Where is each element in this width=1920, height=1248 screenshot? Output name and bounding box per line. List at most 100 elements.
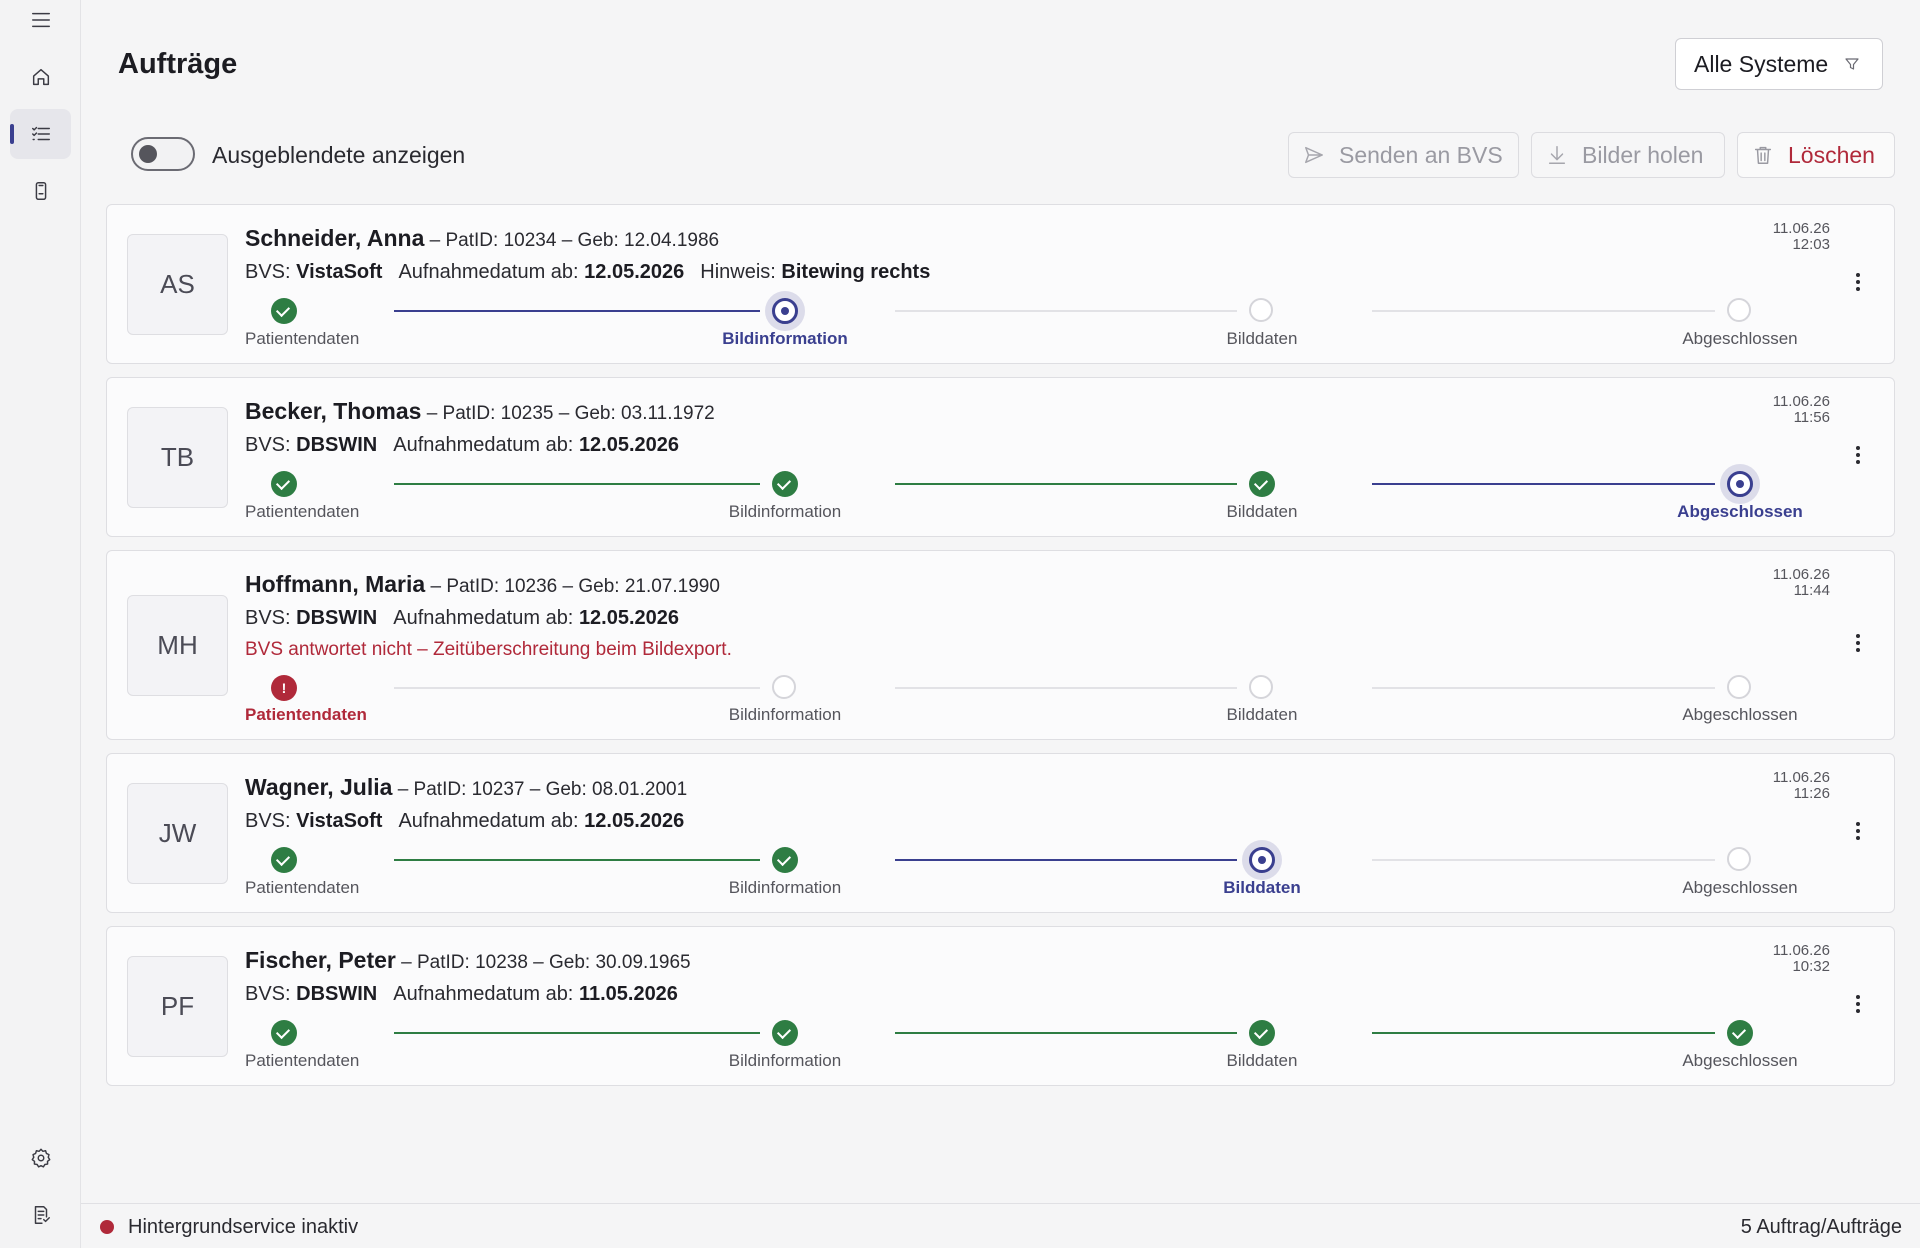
date-value: 12.05.2026 <box>584 261 685 283</box>
show-hidden-label: Ausgeblendete anzeigen <box>212 142 466 168</box>
step-connector <box>1372 483 1715 485</box>
step-connector <box>895 1032 1237 1034</box>
timestamp-date: 11.06.26 <box>1772 393 1830 410</box>
home-icon[interactable] <box>10 52 71 102</box>
patient-avatar: PF <box>127 956 228 1057</box>
system-filter-value: Alle Systeme <box>1694 50 1829 77</box>
fetch-images-button[interactable]: Bilder holen <box>1531 132 1725 178</box>
patient-meta: – PatID: 10236 – Geb: 21.07.1990 <box>430 576 720 597</box>
date-value: 12.05.2026 <box>578 434 680 456</box>
order-card[interactable]: TB Becker, Thomas – PatID: 10235 – Geb: 0… <box>106 377 1895 537</box>
date-value: 12.05.2026 <box>578 607 680 629</box>
step-connector <box>394 687 760 689</box>
date-label: Aufnahmedatum ab: <box>398 261 579 283</box>
step-connector <box>895 483 1237 485</box>
timestamp-date: 11.06.26 <box>1772 566 1830 583</box>
order-card[interactable]: AS Schneider, Anna – PatID: 10234 – Geb: … <box>106 204 1895 364</box>
patient-avatar: MH <box>127 595 228 696</box>
order-info-line: BVS: VistaSoft Aufnahmedatum ab: 12.05.20… <box>245 261 930 284</box>
avatar-initials: JW <box>158 818 197 848</box>
fetch-images-label: Bilder holen <box>1582 141 1704 168</box>
step-bildinformation-indicator <box>772 1020 798 1046</box>
order-card[interactable]: JW Wagner, Julia – PatID: 10237 – Geb: 08… <box>106 753 1895 913</box>
hint-label: Hinweis: <box>700 261 776 283</box>
patient-meta: – PatID: 10237 – Geb: 08.01.2001 <box>397 779 688 800</box>
step-bilddaten-indicator <box>1249 675 1273 699</box>
delete-button[interactable]: Löschen <box>1737 132 1895 178</box>
order-card[interactable]: PF Fischer, Peter – PatID: 10238 – Geb: 3… <box>106 926 1895 1086</box>
step-bildinformation-label: Bildinformation <box>722 329 848 348</box>
order-card[interactable]: MH Hoffmann, Maria – PatID: 10236 – Geb: … <box>106 550 1895 740</box>
patient-name-line: Hoffmann, Maria – PatID: 10236 – Geb: 21… <box>245 571 720 598</box>
step-bildinformation-label: Bildinformation <box>728 878 842 897</box>
step-patientendaten-indicator <box>271 298 297 324</box>
order-timestamp: 11.06.26 11:26 <box>1773 770 1830 802</box>
step-bilddaten-label: Bilddaten <box>1226 329 1298 348</box>
step-bilddaten-label: Bilddaten <box>1226 1051 1298 1070</box>
step-bilddaten-label: Bilddaten <box>1223 878 1301 897</box>
kebab-icon[interactable] <box>1854 270 1862 300</box>
step-patientendaten-indicator <box>271 1020 297 1046</box>
menu-icon[interactable] <box>10 0 71 45</box>
bvs-label: BVS: <box>245 261 291 283</box>
bvs-value: VistaSoft <box>296 261 383 283</box>
delete-label: Löschen <box>1788 141 1875 168</box>
timestamp-date: 11.06.26 <box>1772 769 1830 786</box>
step-connector <box>1372 687 1715 689</box>
step-connector <box>895 859 1237 861</box>
patient-name: Schneider, Anna <box>245 225 425 251</box>
kebab-icon[interactable] <box>1854 443 1862 473</box>
send-icon <box>1305 146 1323 164</box>
step-bildinformation-label: Bildinformation <box>728 705 842 724</box>
step-bilddaten-indicator <box>1249 1020 1275 1046</box>
device-icon[interactable] <box>10 166 71 216</box>
date-label: Aufnahmedatum ab: <box>393 607 574 629</box>
step-connector <box>1372 1032 1715 1034</box>
timestamp-time: 12:03 <box>1792 236 1830 253</box>
bvs-value: VistaSoft <box>296 810 383 832</box>
step-abgeschlossen-indicator <box>1727 298 1751 322</box>
step-patientendaten-indicator: ! <box>271 675 297 701</box>
timestamp-date: 11.06.26 <box>1772 220 1830 237</box>
step-abgeschlossen-indicator <box>1727 847 1751 871</box>
step-patientendaten-indicator <box>271 471 297 497</box>
settings-icon[interactable] <box>10 1133 71 1183</box>
timestamp-time: 11:26 <box>1793 785 1830 802</box>
step-connector <box>1372 859 1715 861</box>
order-info-line: BVS: VistaSoft Aufnahmedatum ab: 12.05.20… <box>245 810 684 833</box>
hint-value: Bitewing rechts <box>781 261 931 283</box>
patient-meta: – PatID: 10234 – Geb: 12.04.1986 <box>429 230 720 251</box>
list-icon[interactable] <box>10 109 71 159</box>
kebab-icon[interactable] <box>1854 819 1862 849</box>
step-bilddaten-indicator <box>1249 847 1275 873</box>
step-connector <box>394 859 760 861</box>
step-connector <box>895 310 1237 312</box>
step-abgeschlossen-label: Abgeschlossen <box>1682 329 1798 348</box>
avatar-initials: PF <box>160 991 195 1021</box>
send-to-bvs-button[interactable]: Senden an BVS <box>1288 132 1519 178</box>
date-label: Aufnahmedatum ab: <box>393 983 574 1005</box>
step-patientendaten-label: Patientendaten <box>245 1051 360 1070</box>
log-icon[interactable] <box>10 1190 71 1240</box>
order-info-line: BVS: DBSWIN Aufnahmedatum ab: 11.05.2026 <box>245 983 678 1006</box>
filter-icon <box>1845 58 1859 70</box>
kebab-icon[interactable] <box>1854 631 1862 661</box>
trash-icon <box>1754 146 1772 164</box>
step-abgeschlossen-label: Abgeschlossen <box>1677 502 1803 521</box>
step-bilddaten-indicator <box>1249 471 1275 497</box>
kebab-icon[interactable] <box>1854 992 1862 1022</box>
system-filter-select[interactable]: Alle Systeme <box>1675 38 1883 90</box>
sidebar <box>0 0 81 1248</box>
patient-name-line: Schneider, Anna – PatID: 10234 – Geb: 12… <box>245 225 719 252</box>
order-timestamp: 11.06.26 10:32 <box>1773 943 1830 975</box>
download-icon <box>1548 146 1566 164</box>
step-patientendaten-label: Patientendaten <box>245 878 360 897</box>
step-patientendaten-indicator <box>271 847 297 873</box>
show-hidden-toggle[interactable] <box>131 137 195 171</box>
step-bilddaten-label: Bilddaten <box>1226 705 1298 724</box>
toggle-knob <box>139 145 157 163</box>
timestamp-time: 11:56 <box>1793 409 1830 426</box>
step-abgeschlossen-indicator <box>1727 675 1751 699</box>
date-label: Aufnahmedatum ab: <box>393 434 574 456</box>
order-info-line: BVS: DBSWIN Aufnahmedatum ab: 12.05.2026 <box>245 434 679 457</box>
